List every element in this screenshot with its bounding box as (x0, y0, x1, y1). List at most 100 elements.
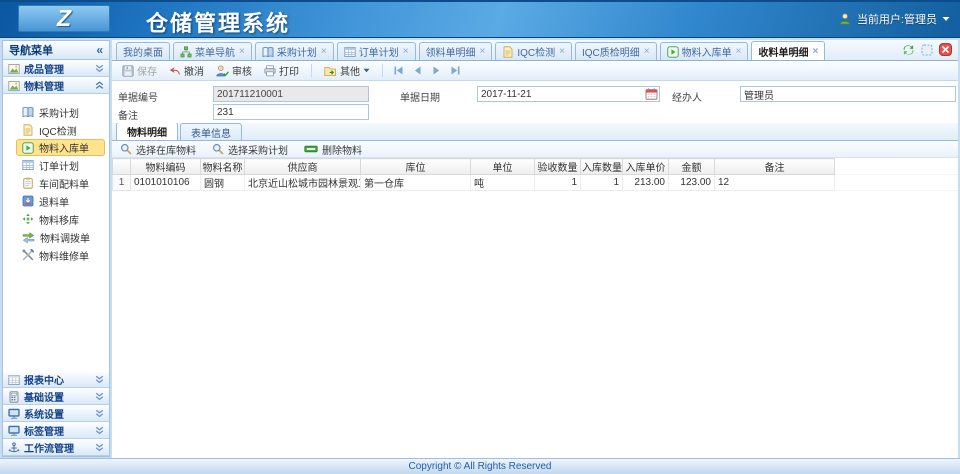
handler-input[interactable] (740, 86, 956, 102)
grid-icon (344, 46, 356, 58)
cell: 第一仓库 (361, 175, 471, 191)
docdate-label: 单据日期 (400, 89, 440, 104)
subtab-label: 表单信息 (191, 125, 231, 140)
column-header-4[interactable]: 单位 (471, 159, 535, 175)
tab-label: 订单计划 (359, 44, 399, 59)
first-record-button[interactable] (390, 64, 407, 77)
tab-close-icon[interactable]: × (644, 46, 650, 57)
column-header-0[interactable]: 物料编码 (131, 159, 201, 175)
tab-5[interactable]: IQC检测× (495, 42, 572, 60)
column-header-9[interactable]: 备注 (715, 159, 835, 175)
sidebar-group-bottom-2[interactable]: 系统设置 (3, 405, 109, 422)
tab-label: 采购计划 (277, 44, 317, 59)
tab-close-icon[interactable]: × (736, 46, 742, 57)
sidebar-item-6[interactable]: 物料移库 (3, 210, 109, 228)
column-header-7[interactable]: 入库单价 (623, 159, 669, 175)
column-header-5[interactable]: 验收数量 (535, 159, 581, 175)
sidebar-item-2[interactable]: 物料入库单 (16, 139, 105, 156)
tab-2[interactable]: 采购计划 × (255, 42, 334, 60)
tab-6[interactable]: IQC质检明细 × (575, 42, 657, 60)
logo-letter: Z (57, 5, 71, 32)
tab-1[interactable]: 菜单导航× (173, 42, 252, 60)
close-tab-button[interactable] (939, 43, 952, 56)
book-icon (22, 106, 34, 118)
cell: 213.00 (623, 175, 669, 191)
subtab-1[interactable]: 表单信息 (180, 123, 242, 140)
print-icon (264, 65, 276, 77)
nav-next-icon (431, 65, 442, 76)
column-header-1[interactable]: 物料名称 (201, 159, 245, 175)
delete-icon (304, 143, 318, 155)
column-header-2[interactable]: 供应商 (245, 159, 361, 175)
chev-up-icon (95, 81, 104, 90)
sidebar-group-top-0[interactable]: 成品管理 (3, 60, 109, 77)
sidebar-item-0[interactable]: 采购计划 (3, 103, 109, 121)
sidebar-group-top-1[interactable]: 物料管理 (3, 77, 109, 94)
toolbar-separator (382, 64, 383, 77)
select-purchase-plan-button[interactable]: 选择采购计划 (212, 142, 288, 157)
tab-close-icon[interactable]: × (480, 46, 486, 57)
sidebar-item-7[interactable]: 物料调拨单 (3, 228, 109, 246)
button-label: 审核 (232, 63, 252, 78)
tab-close-icon[interactable]: × (321, 46, 327, 57)
docdate-input[interactable] (477, 86, 660, 102)
cell: 123.00 (669, 175, 715, 191)
subtab-0[interactable]: 物料明细 (116, 122, 178, 140)
refresh-button[interactable] (902, 44, 915, 56)
book-icon (262, 46, 274, 58)
last-record-button[interactable] (447, 64, 464, 77)
tab-label: IQC质检明细 (582, 44, 640, 59)
prev-record-button[interactable] (409, 64, 426, 77)
chev-down-icon (95, 443, 104, 452)
detail-toolbar: 选择在库物料 选择采购计划 删除物料 (112, 141, 958, 158)
column-header-6[interactable]: 入库数量 (581, 159, 623, 175)
audit-button[interactable]: 审核 (211, 62, 257, 79)
tab-0[interactable]: 我的桌面 (116, 42, 170, 60)
sidebar-item-8[interactable]: 物料维修单 (3, 246, 109, 264)
tab-7[interactable]: 物料入库单× (660, 42, 749, 60)
tab-label: 收料单明细 (758, 44, 808, 59)
table-row[interactable]: 10101010106圆钢北京近山松城市园林景观工程有限第一仓库吨11213.0… (113, 175, 959, 191)
clipboard-icon (22, 177, 34, 189)
maximize-button[interactable] (921, 44, 933, 56)
docno-input[interactable] (213, 86, 369, 102)
tab-label: 我的桌面 (123, 44, 163, 59)
tab-close-icon[interactable]: × (403, 46, 409, 57)
tab-bar: 我的桌面菜单导航×采购计划×订单计划×领料单明细×IQC检测×IQC质检明细×物… (112, 40, 958, 61)
row-number-cell: 1 (113, 175, 131, 191)
document-form: 单据编号 单据日期 经办人 备注 (112, 81, 958, 123)
caret-down-icon (363, 68, 370, 73)
collapse-sidebar-button[interactable]: « (96, 43, 103, 57)
calendar-icon[interactable] (645, 88, 658, 100)
column-header-3[interactable]: 库位 (361, 159, 471, 175)
remark-input[interactable] (213, 104, 369, 120)
delete-material-button[interactable]: 删除物料 (304, 142, 362, 157)
sidebar-item-5[interactable]: 退料单 (3, 192, 109, 210)
print-button[interactable]: 打印 (259, 62, 304, 79)
undo-button[interactable]: 撤消 (164, 62, 209, 79)
tab-8[interactable]: 收料单明细 × (751, 41, 825, 60)
sidebar-item-1[interactable]: IQC检测 (3, 121, 109, 139)
sidebar-item-4[interactable]: 车间配料单 (3, 174, 109, 192)
sidebar: 导航菜单 « 成品管理物料管理 采购计划IQC检测物料入库单订单计划车间配料单退… (2, 40, 110, 457)
sidebar-group-bottom-4[interactable]: 工作流管理 (3, 439, 109, 456)
next-record-button[interactable] (428, 64, 445, 77)
sidebar-group-bottom-0[interactable]: 报表中心 (3, 371, 109, 388)
tab-close-icon[interactable]: × (559, 46, 565, 57)
button-label: 其他 (340, 63, 360, 78)
sidebar-item-3[interactable]: 订单计划 (3, 156, 109, 174)
column-header-8[interactable]: 金额 (669, 159, 715, 175)
tab-3[interactable]: 订单计划 × (337, 42, 416, 60)
sidebar-group-bottom-3[interactable]: 标签管理 (3, 422, 109, 439)
remark-label: 备注 (118, 107, 138, 122)
tab-close-icon[interactable]: × (239, 46, 245, 57)
tab-4[interactable]: 领料单明细× (419, 42, 493, 60)
tab-close-icon[interactable]: × (812, 46, 818, 57)
app-title: 仓储管理系统 (146, 6, 290, 38)
move-icon (22, 213, 34, 225)
user-menu[interactable]: 当前用户:管理员 (839, 11, 950, 27)
sidebar-group-bottom-1[interactable]: 基础设置 (3, 388, 109, 405)
select-stock-material-button[interactable]: 选择在库物料 (120, 142, 196, 157)
other-button[interactable]: 其他 (319, 62, 375, 79)
button-label: 保存 (137, 63, 157, 78)
